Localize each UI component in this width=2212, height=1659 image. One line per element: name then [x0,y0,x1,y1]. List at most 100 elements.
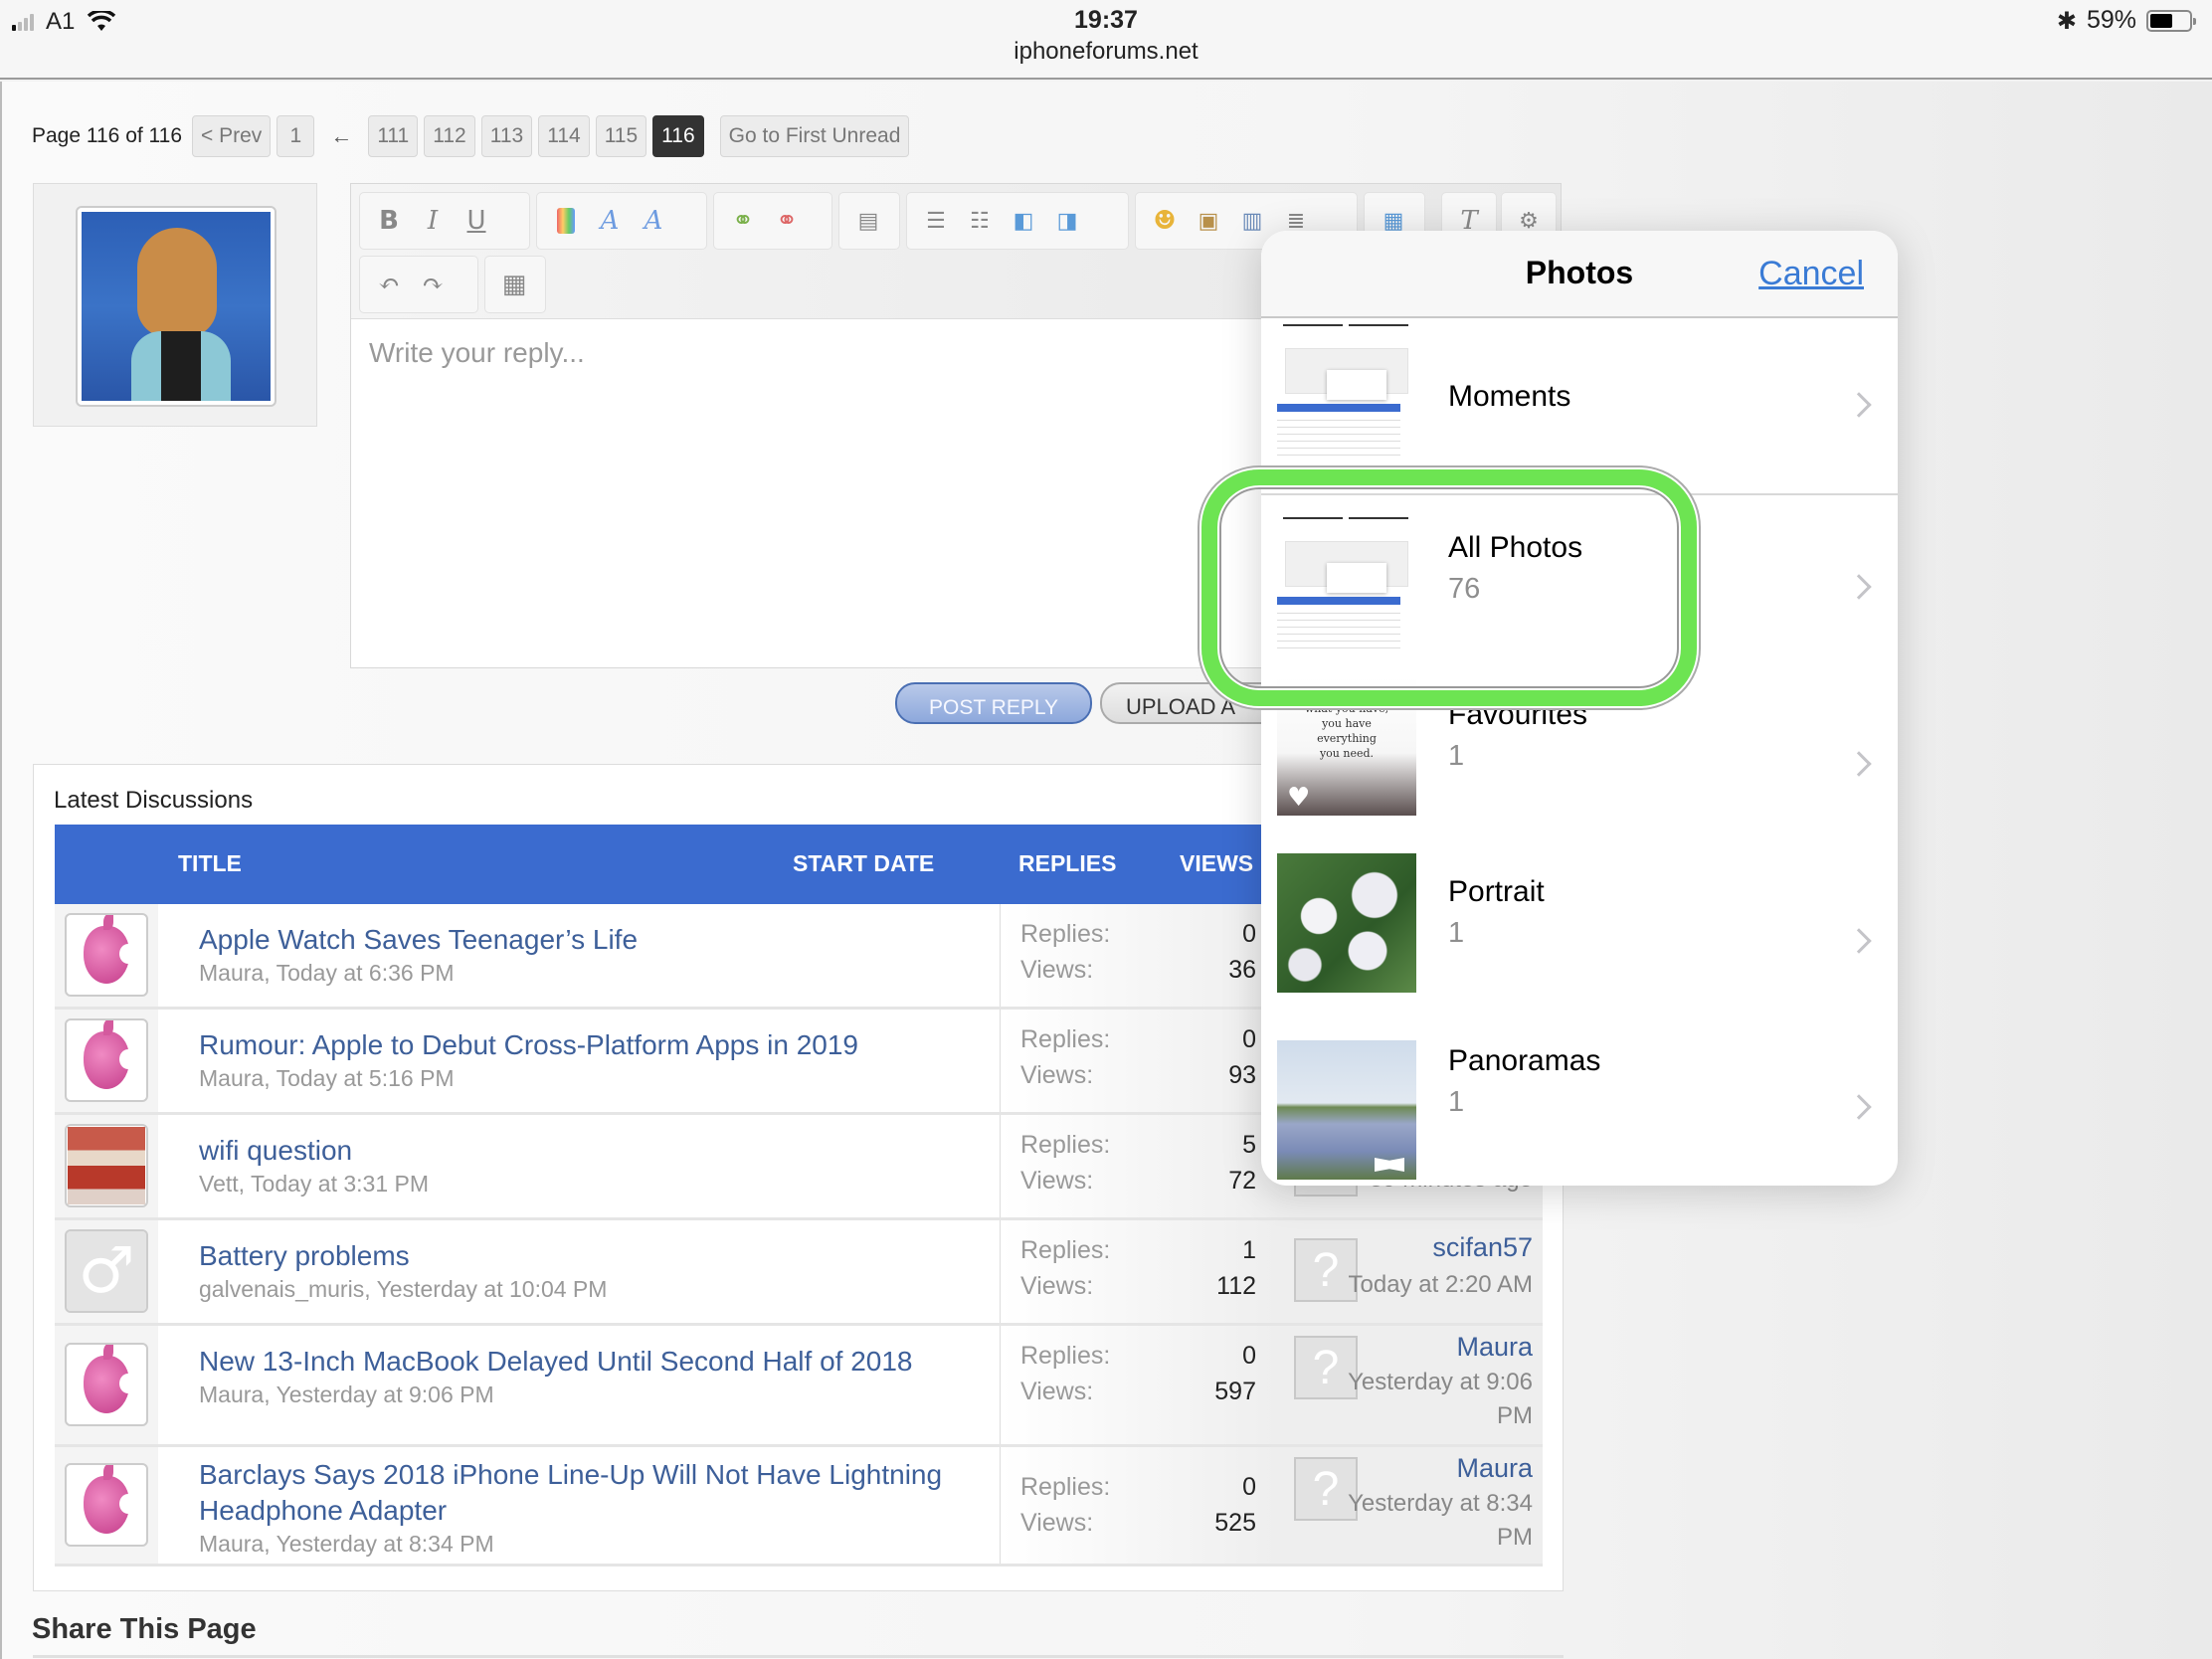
last-poster[interactable]: scifan57 [1432,1232,1533,1263]
thread-meta: Maura, Yesterday at 8:34 PM [199,1531,494,1557]
prev-page-button[interactable]: < Prev [192,115,272,157]
thread-title-link[interactable]: Battery problems [199,1238,995,1274]
thread-title-link[interactable]: Barclays Says 2018 iPhone Line-Up Will N… [199,1457,995,1529]
page-115-button[interactable]: 115 [595,115,647,157]
font-size-icon[interactable]: A [595,206,625,236]
table-icon[interactable]: ▦ [499,270,529,299]
status-right: ✱ 59% [2057,6,2196,35]
page-111-button[interactable]: 111 [368,115,419,157]
font-family-icon[interactable]: A [639,206,668,236]
last-post-cell: ? Maura Yesterday at 8:34 PM [1280,1447,1543,1564]
thread-author[interactable]: Maura [199,1382,264,1407]
apple-logo-icon [84,1345,137,1413]
album-all-photos[interactable]: All Photos 76 [1261,499,1898,676]
last-post-time: Yesterday at 9:06 PM [1348,1369,1533,1429]
first-unread-button[interactable]: Go to First Unread [719,115,910,157]
col-start-date[interactable]: START DATE [793,850,934,877]
replies-label: Replies: [1020,1025,1111,1053]
thread-author[interactable]: galvenais_muris [199,1276,364,1302]
heart-icon: ♥ [1287,783,1311,813]
page-1-button[interactable]: 1 [276,115,315,157]
upload-attachment-button[interactable]: UPLOAD A [1100,682,1279,724]
table-row[interactable]: ♂ Battery problems galvenais_muris, Yester… [55,1220,1543,1326]
thread-author[interactable]: Maura [199,1531,264,1557]
avatar[interactable]: ♂ [65,1229,148,1313]
last-post-cell: ? scifan57 Today at 2:20 AM [1280,1220,1543,1323]
cancel-button[interactable]: Cancel [1758,255,1864,293]
album-name: All Photos [1448,531,1583,564]
last-post-cell: ? Maura Yesterday at 9:06 PM [1280,1326,1543,1444]
last-poster[interactable]: Maura [1456,1332,1533,1363]
thread-author[interactable]: Maura [199,960,264,986]
thread-title-link[interactable]: Rumour: Apple to Debut Cross-Platform Ap… [199,1027,995,1063]
thread-date: Today at 6:36 PM [276,960,455,986]
pagination: Page 116 of 116 < Prev 1 ← 111 112 113 1… [32,115,910,157]
text-color-icon[interactable] [551,206,581,236]
unlink-icon[interactable]: ⚭ [772,206,802,236]
smilie-icon[interactable]: ☻ [1150,206,1180,236]
bullet-list-icon[interactable]: ☰ [921,206,951,236]
replies-label: Replies: [1020,1131,1111,1159]
table-row[interactable]: New 13-Inch MacBook Delayed Until Second… [55,1326,1543,1447]
col-views[interactable]: VIEWS [1180,850,1253,877]
row-avatar-cell [55,904,158,1007]
status-bar: A1 19:37 iphoneforums.net ✱ 59% [0,0,2212,80]
outdent-icon[interactable]: ◧ [1009,206,1038,236]
quote-icon[interactable]: ▤ [853,206,883,236]
views-label: Views: [1020,1378,1094,1405]
album-moments[interactable]: Moments [1261,318,1898,493]
reply-input[interactable]: Write your reply... [369,337,585,369]
thread-stats: Replies: 0 Views: 597 [1000,1326,1280,1444]
album-portrait[interactable]: Portrait 1 [1261,853,1898,1030]
replies-count: 0 [1242,920,1256,948]
avatar[interactable] [65,1124,148,1207]
chevron-right-icon [1846,1094,1872,1120]
album-count: 1 [1448,1086,1465,1118]
avatar[interactable] [65,1463,148,1547]
italic-button[interactable]: I [418,206,448,236]
thread-author[interactable]: Maura [199,1065,264,1091]
album-thumbnail [1277,1040,1416,1180]
album-thumb: when you love what you have, you have ev… [1277,676,1416,816]
thread-title-link[interactable]: New 13-Inch MacBook Delayed Until Second… [199,1344,995,1380]
avatar[interactable] [65,913,148,997]
replies-count: 0 [1242,1025,1256,1053]
indent-icon[interactable]: ◨ [1052,206,1082,236]
undo-icon[interactable]: ↶ [374,270,404,299]
url-label[interactable]: iphoneforums.net [0,38,2212,66]
page-114-button[interactable]: 114 [538,115,590,157]
page-116-current[interactable]: 116 [652,115,704,157]
underline-button[interactable]: U [461,206,491,236]
bold-button[interactable]: B [374,206,404,236]
numbered-list-icon[interactable]: ☷ [965,206,995,236]
page-113-button[interactable]: 113 [480,115,533,157]
latest-discussions-title: Latest Discussions [54,787,254,814]
last-poster[interactable]: Maura [1456,1453,1533,1484]
post-reply-button[interactable]: POST REPLY [895,682,1092,724]
thread-title-link[interactable]: Apple Watch Saves Teenager’s Life [199,922,995,958]
page-112-button[interactable]: 112 [424,115,475,157]
avatar[interactable] [76,206,276,407]
avatar[interactable] [65,1343,148,1426]
album-count: 1 [1448,740,1465,772]
album-panoramas[interactable]: Panoramas 1 [1261,1030,1898,1186]
replies-label: Replies: [1020,1236,1111,1264]
replies-label: Replies: [1020,1342,1111,1370]
row-avatar-cell [55,1326,158,1444]
apple-logo-icon [84,915,137,984]
thread-author[interactable]: Vett [199,1171,239,1197]
table-row[interactable]: Barclays Says 2018 iPhone Line-Up Will N… [55,1447,1543,1567]
thread-title-link[interactable]: wifi question [199,1133,995,1169]
album-favourites[interactable]: when you love what you have, you have ev… [1261,676,1898,853]
thread-date: Yesterday at 10:04 PM [376,1276,608,1302]
redo-icon[interactable]: ↷ [418,270,448,299]
thread-stats: Replies: 1 Views: 112 [1000,1220,1280,1323]
col-title[interactable]: TITLE [178,850,242,877]
link-icon[interactable]: ⚭ [728,206,758,236]
image-icon[interactable]: ▣ [1194,206,1223,236]
views-label: Views: [1020,1509,1094,1537]
avatar[interactable] [65,1018,148,1102]
col-replies[interactable]: REPLIES [1018,850,1116,877]
page-jump-arrow-icon[interactable]: ← [320,123,362,149]
thread-stats: Replies: 0 Views: 93 [1000,1010,1280,1112]
